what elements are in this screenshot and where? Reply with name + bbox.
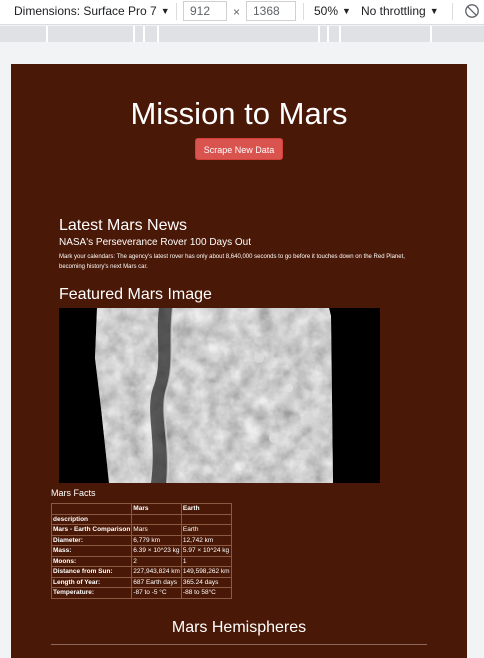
row-label: Diameter: <box>50 534 133 546</box>
ruler-marker <box>430 26 432 42</box>
device-label: Dimensions: Surface Pro 7 <box>14 4 157 18</box>
ruler-marker <box>157 26 159 42</box>
table-row: Moons: 2 1 <box>50 555 232 567</box>
row-label: Length of Year: <box>50 576 133 588</box>
page-viewport: Mission to Mars Scrape New Data Latest M… <box>11 64 467 658</box>
table-row: Mars - Earth Comparison Mars Earth <box>50 524 232 536</box>
earth-value: 149,598,262 km <box>180 566 232 578</box>
chevron-down-icon: ▼ <box>429 6 439 16</box>
rotate-disabled-icon[interactable] <box>464 3 480 19</box>
width-input[interactable]: 912 <box>183 1 227 21</box>
mars-value: 227,943,824 km <box>131 566 182 578</box>
throttle-label: No throttling <box>361 4 426 18</box>
earth-value: 1 <box>180 555 232 567</box>
row-label: Temperature: <box>50 587 133 599</box>
earth-value: 12,742 km <box>180 534 232 546</box>
mars-value: Mars <box>131 524 182 536</box>
ruler-marker <box>339 26 341 42</box>
table-row: Length of Year: 687 Earth days 365.24 da… <box>50 576 232 588</box>
mars-value: -87 to -5 °C <box>131 587 182 599</box>
ruler-marker <box>318 26 320 42</box>
height-input[interactable]: 1368 <box>246 1 296 21</box>
table-row: Mass: 6.39 × 10^23 kg 5.97 × 10^24 kg <box>50 545 232 557</box>
ruler-marker <box>133 26 135 42</box>
facts-caption: Mars Facts <box>51 488 96 498</box>
ruler-marker <box>46 26 48 42</box>
featured-image-heading: Featured Mars Image <box>59 286 212 303</box>
mars-value: 6.39 × 10^23 kg <box>131 545 182 557</box>
column-header: Earth <box>180 503 232 515</box>
empty-cell <box>131 513 182 525</box>
throttle-select[interactable]: No throttling ▼ <box>361 4 439 18</box>
earth-value: 365.24 days <box>180 576 232 588</box>
column-header: Mars <box>131 503 182 515</box>
news-heading: Latest Mars News <box>59 217 188 234</box>
mars-value: 6,779 km <box>131 534 182 546</box>
page-title: Mission to Mars <box>130 96 348 131</box>
row-label: Mass: <box>50 545 133 557</box>
ruler-marker <box>327 26 329 42</box>
scrape-button[interactable]: Scrape New Data <box>195 138 283 160</box>
table-row: Temperature: -87 to -5 °C -88 to 58°C <box>50 587 232 599</box>
index-label: description <box>50 513 133 525</box>
section-divider <box>51 644 427 645</box>
earth-value: -88 to 58°C <box>180 587 232 599</box>
table-row: Distance from Sun: 227,943,824 km 149,59… <box>50 566 232 578</box>
table-row: Diameter: 6,779 km 12,742 km <box>50 534 232 546</box>
news-title: NASA's Perseverance Rover 100 Days Out <box>59 237 251 248</box>
toolbar-divider <box>176 3 177 20</box>
toolbar-divider <box>303 3 304 20</box>
row-label: Moons: <box>50 555 133 567</box>
earth-value: 5.97 × 10^24 kg <box>180 545 232 557</box>
table-index-row: description <box>50 513 232 525</box>
zoom-select[interactable]: 50% ▼ <box>314 4 351 18</box>
column-header <box>50 503 133 515</box>
news-paragraph: Mark your calendars: The agency's latest… <box>59 254 405 270</box>
device-toolbar: Dimensions: Surface Pro 7 ▼ 912 × 1368 50… <box>0 0 484 25</box>
featured-mars-image <box>59 308 380 483</box>
hemispheres-heading: Mars Hemispheres <box>171 619 307 636</box>
dimension-times-sign: × <box>233 5 241 19</box>
chevron-down-icon: ▼ <box>342 6 351 16</box>
table-header-row: Mars Earth <box>50 503 232 515</box>
chevron-down-icon: ▼ <box>160 6 170 16</box>
device-select[interactable]: Dimensions: Surface Pro 7 ▼ <box>14 4 170 18</box>
zoom-label: 50% <box>314 4 339 18</box>
earth-value: Earth <box>180 524 232 536</box>
mars-facts-table: Mars Earth description Mars - Earth Comp… <box>50 503 232 599</box>
media-query-ruler[interactable] <box>0 26 484 42</box>
row-label: Mars - Earth Comparison <box>50 524 133 536</box>
empty-cell <box>180 513 232 525</box>
mars-surface-image <box>59 308 380 483</box>
toolbar-divider <box>452 3 453 20</box>
row-label: Distance from Sun: <box>50 566 133 578</box>
mars-value: 687 Earth days <box>131 576 182 588</box>
mars-value: 2 <box>131 555 182 567</box>
ruler-marker <box>143 26 145 42</box>
